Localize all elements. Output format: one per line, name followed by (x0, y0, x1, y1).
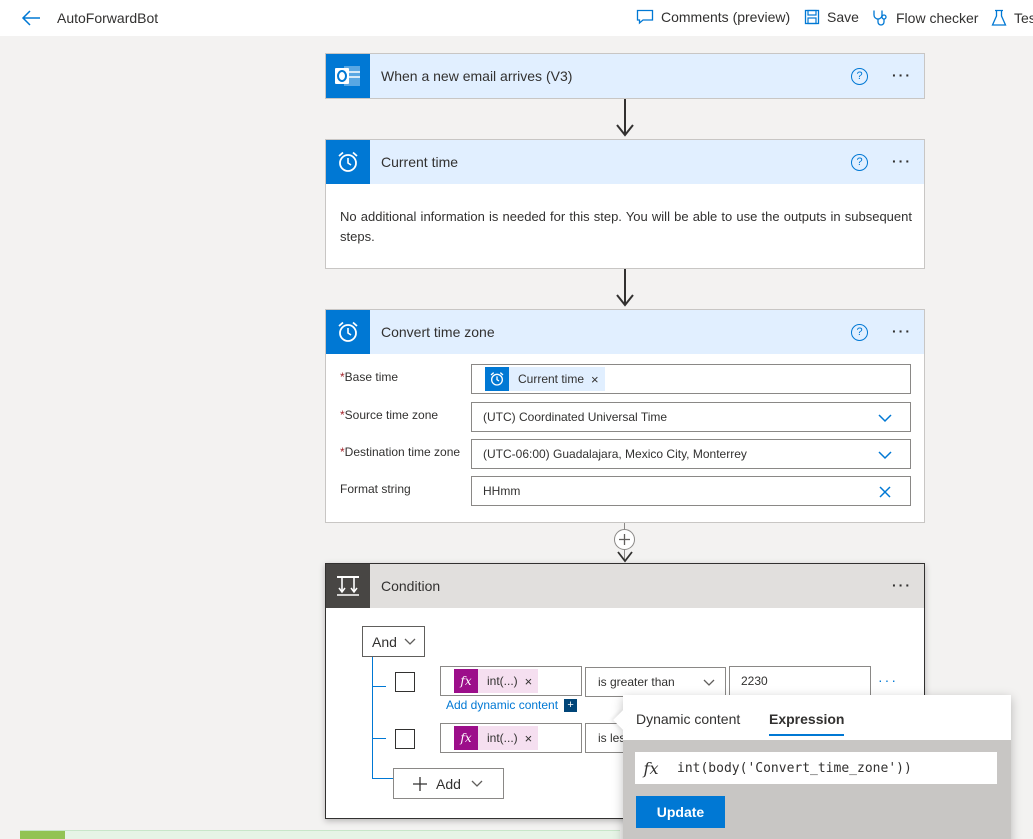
chevron-down-icon (404, 638, 416, 645)
format-string-input[interactable]: HHmm (471, 476, 911, 506)
chevron-down-icon (471, 780, 483, 787)
top-bar: AutoForwardBot Comments (preview) Save F… (0, 0, 1033, 36)
more-options-icon[interactable]: ··· (892, 577, 912, 593)
plus-icon (619, 534, 630, 545)
row-checkbox[interactable] (395, 729, 415, 749)
current-time-header[interactable]: Current time ? ··· (326, 140, 924, 184)
tab-dynamic-content[interactable]: Dynamic content (636, 711, 740, 727)
next-step-card (20, 830, 620, 839)
comments-button[interactable]: Comments (preview) (636, 9, 790, 25)
stethoscope-icon (873, 10, 887, 26)
alarm-clock-icon (485, 367, 509, 391)
condition-left-operand[interactable]: fx int(...) × (440, 666, 582, 696)
branch-line (372, 686, 386, 687)
chevron-down-icon[interactable] (878, 448, 892, 462)
update-button[interactable]: Update (636, 796, 725, 828)
clear-icon[interactable] (878, 485, 892, 499)
group-line (372, 657, 373, 779)
convert-time-zone-header[interactable]: Convert time zone ? ··· (326, 310, 924, 354)
expression-input[interactable]: fx int(body('Convert_time_zone')) (635, 752, 997, 784)
help-icon[interactable]: ? (851, 324, 868, 341)
flask-icon (991, 9, 1007, 26)
expression-token[interactable]: fx int(...) × (454, 669, 539, 693)
test-button[interactable]: Tes (991, 9, 1033, 27)
arrow-down-icon (616, 294, 634, 307)
trigger-header[interactable]: When a new email arrives (V3) ? ··· (326, 54, 924, 98)
current-time-token[interactable]: Current time × (485, 367, 605, 391)
destination-time-zone-select[interactable]: (UTC-06:00) Guadalajara, Mexico City, Mo… (471, 439, 911, 469)
current-time-card[interactable]: Current time ? ··· No additional informa… (325, 139, 925, 269)
step-description: No additional information is needed for … (340, 209, 912, 244)
base-time-input[interactable]: Current time × (471, 364, 911, 394)
next-step-icon (20, 831, 65, 839)
more-options-icon[interactable]: ··· (892, 323, 912, 339)
expression-text: int(body('Convert_time_zone')) (677, 760, 912, 776)
condition-header[interactable]: Condition ··· (326, 564, 924, 608)
destination-time-zone-label: *Destination time zone (340, 445, 461, 459)
operator-select[interactable]: And (362, 626, 425, 657)
more-options-icon[interactable]: ··· (892, 67, 912, 83)
condition-title: Condition (381, 578, 441, 594)
outlook-icon (326, 54, 370, 98)
fx-icon: fx (454, 726, 478, 750)
fx-icon: fx (643, 758, 659, 778)
arrow-down-icon (617, 551, 633, 563)
add-dynamic-content-link[interactable]: Add dynamic content + (446, 698, 578, 712)
expression-panel: fx int(body('Convert_time_zone')) Update (623, 740, 1011, 839)
condition-right-operand[interactable]: 2230 (729, 666, 871, 696)
source-time-zone-select[interactable]: (UTC) Coordinated Universal Time (471, 402, 911, 432)
save-icon (804, 9, 820, 25)
arrow-down-icon (616, 124, 634, 137)
flow-title: AutoForwardBot (57, 10, 159, 26)
convert-time-zone-title: Convert time zone (381, 324, 495, 340)
trigger-title: When a new email arrives (V3) (381, 68, 573, 84)
source-time-zone-label: *Source time zone (340, 408, 439, 422)
insert-step-button[interactable] (614, 529, 635, 550)
row-checkbox[interactable] (395, 672, 415, 692)
flow-checker-button[interactable]: Flow checker (871, 9, 978, 27)
plus-icon (413, 776, 427, 791)
back-arrow-icon[interactable] (20, 7, 42, 29)
expression-popup[interactable]: Dynamic content Expression fx int(body('… (613, 695, 1011, 839)
help-icon[interactable]: ? (851, 68, 868, 85)
more-options-icon[interactable]: ··· (892, 153, 912, 169)
alarm-clock-icon (326, 310, 370, 354)
remove-token-icon[interactable]: × (591, 372, 599, 387)
branch-line (372, 778, 394, 779)
condition-left-operand[interactable]: fx int(...) × (440, 723, 582, 753)
comparator-select[interactable]: is greater than (585, 667, 726, 697)
help-icon[interactable]: ? (851, 154, 868, 171)
current-time-title: Current time (381, 154, 459, 170)
convert-time-zone-card[interactable]: Convert time zone ? ··· *Base time Curre… (325, 309, 925, 523)
branch-line (372, 738, 386, 739)
add-button[interactable]: Add (393, 768, 504, 799)
remove-token-icon[interactable]: × (525, 674, 533, 689)
plus-icon: + (564, 698, 578, 712)
expression-token[interactable]: fx int(...) × (454, 726, 539, 750)
comment-icon (636, 9, 654, 25)
alarm-clock-icon (326, 140, 370, 184)
chevron-down-icon (703, 679, 715, 686)
row-more-options-icon[interactable]: ··· (878, 672, 898, 688)
tab-expression[interactable]: Expression (769, 711, 845, 736)
remove-token-icon[interactable]: × (525, 731, 533, 746)
trigger-card[interactable]: When a new email arrives (V3) ? ··· (325, 53, 925, 99)
condition-icon (326, 564, 370, 608)
fx-icon: fx (454, 669, 478, 693)
base-time-label: *Base time (340, 370, 399, 384)
format-string-label: Format string (340, 482, 411, 496)
chevron-down-icon[interactable] (878, 411, 892, 425)
save-button[interactable]: Save (804, 9, 859, 25)
